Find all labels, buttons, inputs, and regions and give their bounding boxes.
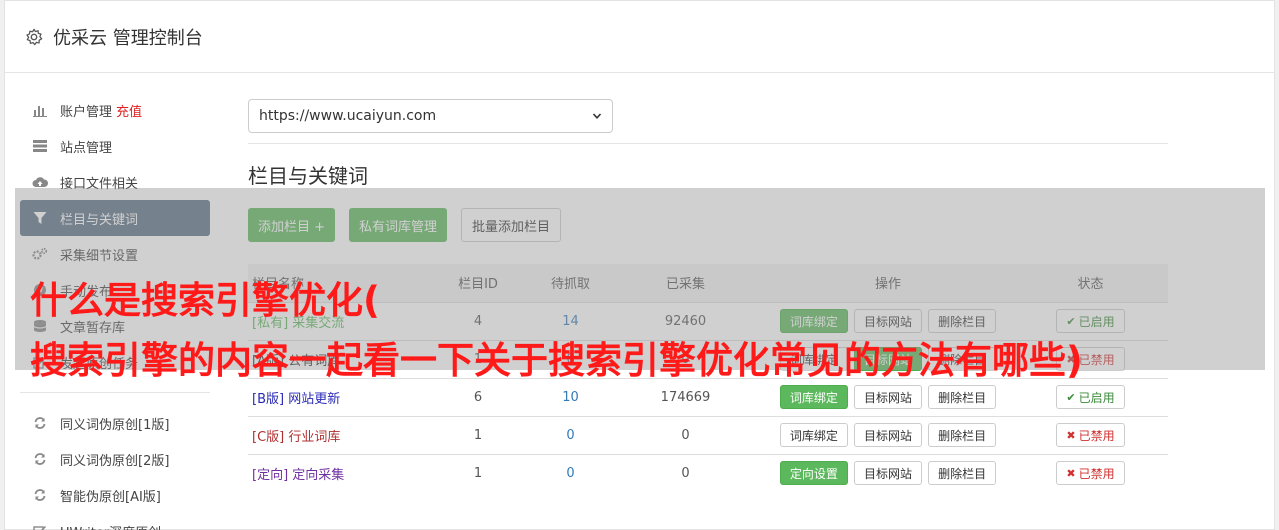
collected-count: 0 — [608, 453, 763, 492]
close-icon: ✖ — [1066, 428, 1076, 442]
caption-line-1: 什么是搜索引擎优化( — [30, 279, 380, 322]
bind-lib-button[interactable]: 词库绑定 — [779, 423, 848, 447]
target-site-button[interactable]: 目标网站 — [853, 423, 922, 447]
top-bar: 优采云 管理控制台 — [5, 1, 1274, 73]
recharge-link[interactable]: 充值 — [116, 101, 142, 120]
bind-lib-button[interactable]: 词库绑定 — [779, 385, 848, 409]
site-select[interactable]: https://www.ucaiyun.com — [248, 99, 613, 133]
divider — [248, 143, 1168, 144]
chevron-down-icon — [592, 113, 602, 119]
server-icon — [32, 138, 48, 154]
directed-settings-button[interactable]: 定向设置 — [779, 461, 848, 486]
target-site-button[interactable]: 目标网站 — [853, 461, 922, 486]
delete-column-button[interactable]: 删除栏目 — [928, 385, 997, 409]
pending-count[interactable]: 0 — [533, 415, 608, 454]
column-tag: [定向] — [252, 467, 289, 483]
status-toggle[interactable]: ✖ 已禁用 — [1056, 461, 1125, 486]
column-name-link[interactable]: 网站更新 — [288, 392, 340, 407]
column-id: 1 — [423, 453, 533, 492]
status-toggle[interactable]: ✔ 已启用 — [1056, 385, 1125, 409]
delete-column-button[interactable]: 删除栏目 — [928, 461, 997, 486]
refresh-icon — [32, 451, 48, 467]
status-cell: ✖ 已禁用 — [1013, 415, 1168, 454]
column-name-cell: [C版] 行业词库 — [248, 415, 423, 454]
column-tag: [C版] — [252, 429, 285, 445]
sidebar-item-label: 账户管理 — [60, 104, 113, 120]
console-title: 优采云 管理控制台 — [53, 27, 203, 49]
refresh-icon — [32, 415, 48, 431]
sidebar-item-ai-rewrite[interactable]: 智能伪原创[AI版] — [20, 477, 210, 513]
status-label: 已禁用 — [1078, 466, 1115, 481]
table-row: [C版] 行业词库 1 0 0 词库绑定 目标网站 删除栏目 ✖ 已禁用 — [248, 415, 1168, 454]
column-name-link[interactable]: 行业词库 — [288, 430, 340, 445]
status-toggle[interactable]: ✖ 已禁用 — [1056, 423, 1125, 447]
sidebar-item-account[interactable]: 账户管理 充值 — [20, 92, 210, 128]
pending-count[interactable]: 0 — [533, 453, 608, 492]
sidebar-item-label: 同义词伪原创[1版] — [60, 417, 170, 433]
actions-cell: 词库绑定 目标网站 删除栏目 — [763, 415, 1013, 454]
actions-cell: 定向设置 目标网站 删除栏目 — [763, 453, 1013, 492]
edit-icon — [32, 523, 48, 530]
sidebar-item-sites[interactable]: 站点管理 — [20, 128, 210, 164]
gear-icon — [26, 28, 43, 45]
target-site-button[interactable]: 目标网站 — [853, 385, 922, 409]
sidebar-item-uwriter[interactable]: UWriter深度原创 — [20, 513, 210, 530]
page-title: 栏目与关键词 — [248, 164, 368, 188]
caption-line-2: 搜索引擎的内容一起看一下关于搜索引擎优化常见的方法有哪些) — [30, 339, 1083, 382]
collected-count: 0 — [608, 415, 763, 454]
delete-column-button[interactable]: 删除栏目 — [928, 423, 997, 447]
sidebar-item-label: 同义词伪原创[2版] — [60, 453, 170, 469]
sidebar-item-label: 站点管理 — [60, 140, 113, 156]
sidebar-divider — [20, 392, 210, 393]
status-label: 已启用 — [1078, 390, 1115, 405]
column-tag: [B版] — [252, 391, 285, 407]
column-id: 1 — [423, 415, 533, 454]
bar-chart-icon — [32, 102, 48, 118]
site-select-value: https://www.ucaiyun.com — [259, 108, 437, 124]
check-icon: ✔ — [1066, 390, 1076, 404]
sidebar-item-synonym-v1[interactable]: 同义词伪原创[1版] — [20, 405, 210, 441]
close-icon: ✖ — [1066, 466, 1076, 480]
refresh-icon — [32, 487, 48, 503]
column-name-cell: [定向] 定向采集 — [248, 453, 423, 492]
status-cell: ✖ 已禁用 — [1013, 453, 1168, 492]
table-row: [定向] 定向采集 1 0 0 定向设置 目标网站 删除栏目 ✖ 已禁用 — [248, 453, 1168, 492]
column-name-link[interactable]: 定向采集 — [292, 468, 344, 483]
sidebar-item-synonym-v2[interactable]: 同义词伪原创[2版] — [20, 441, 210, 477]
status-label: 已禁用 — [1078, 428, 1115, 443]
sidebar-item-label: UWriter深度原创 — [60, 522, 161, 530]
sidebar-item-label: 智能伪原创[AI版] — [60, 489, 161, 505]
